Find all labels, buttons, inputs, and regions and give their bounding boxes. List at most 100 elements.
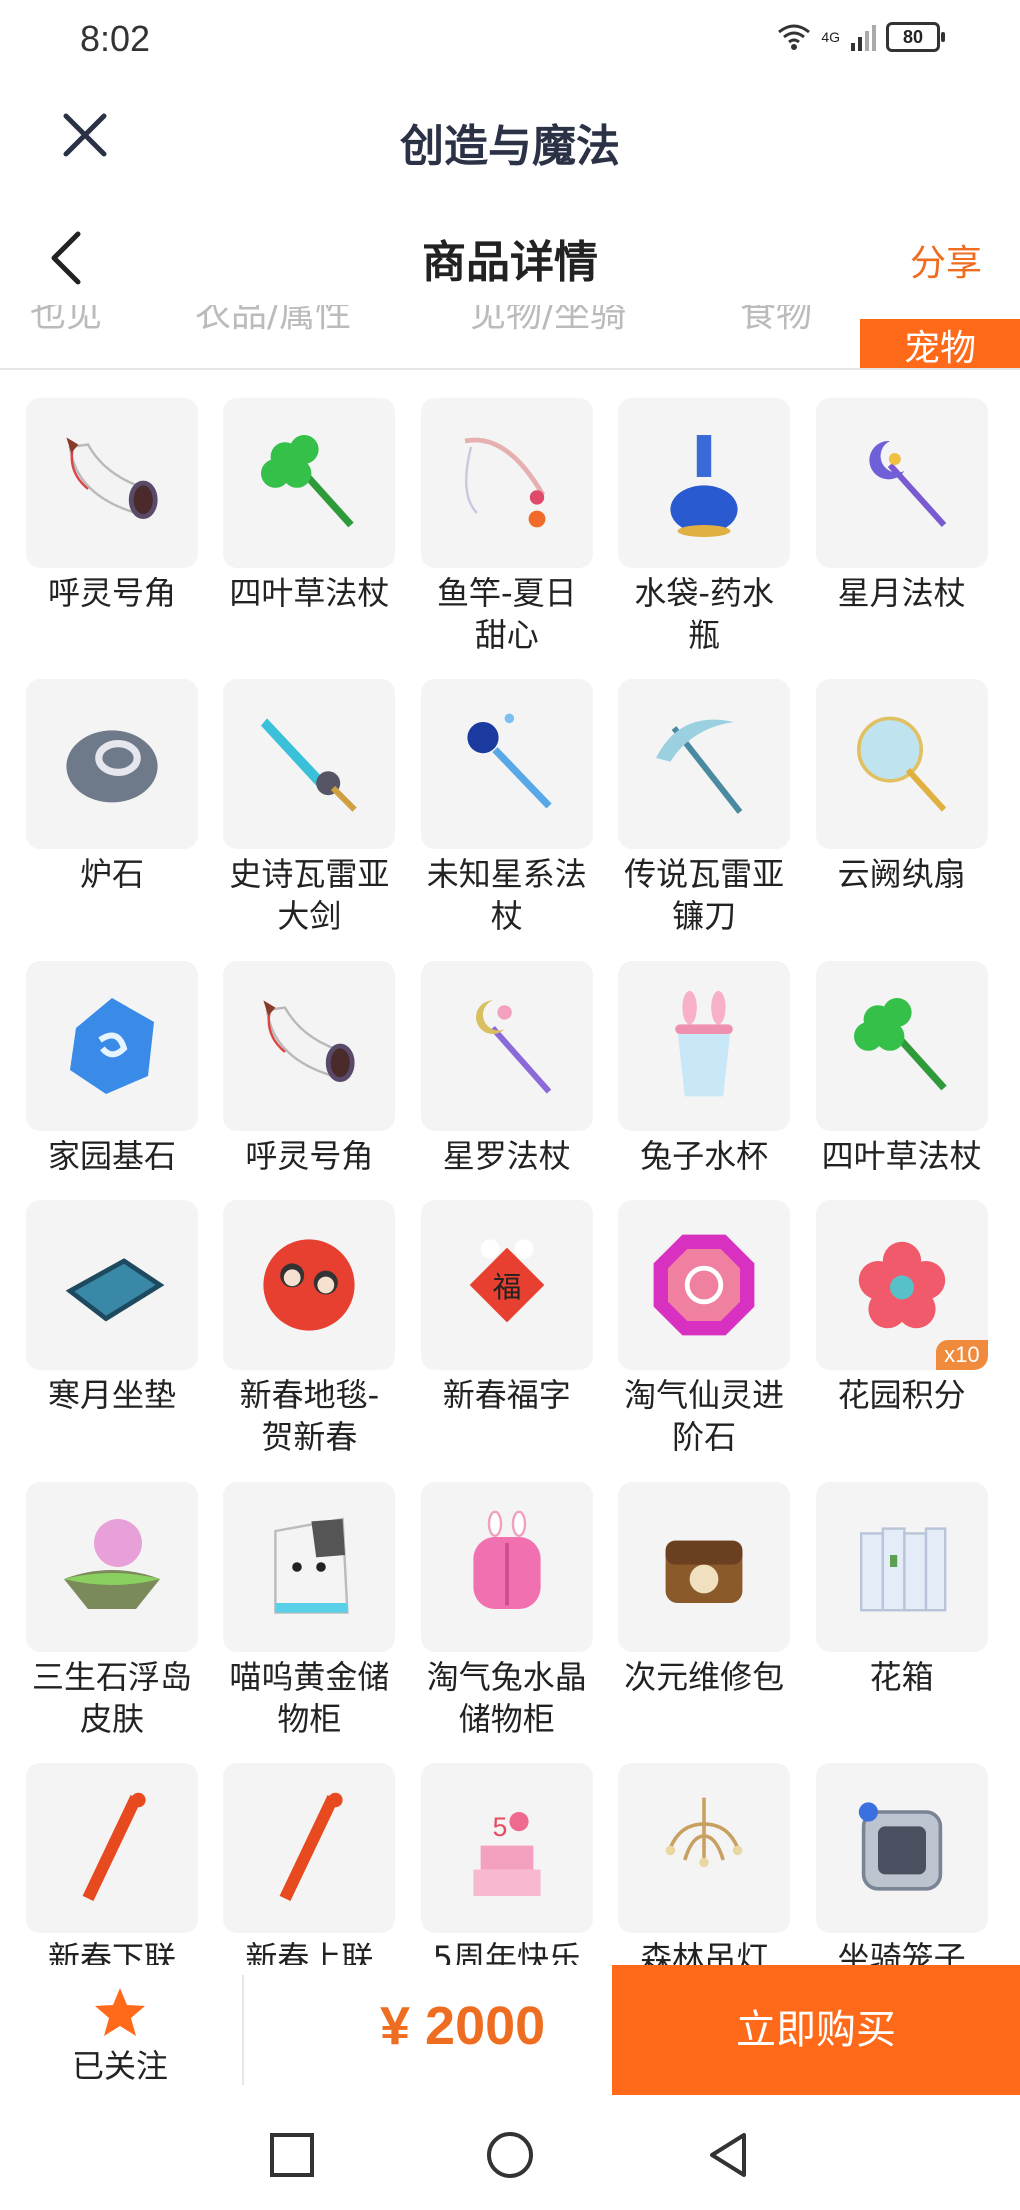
item-card[interactable]: 坐骑笼子 bbox=[815, 1763, 988, 1965]
galaxy-staff-icon bbox=[420, 679, 593, 850]
item-card[interactable]: 水袋-药水 瓶 bbox=[618, 398, 791, 656]
item-name: 新春地毯- 贺新春 bbox=[239, 1376, 380, 1457]
item-name: 四叶草法杖 bbox=[821, 1136, 982, 1175]
item-card[interactable]: 5 5周年快乐 bbox=[420, 1763, 593, 1965]
item-card[interactable]: 寒月坐垫 bbox=[26, 1200, 198, 1416]
battery-indicator: 80 bbox=[886, 22, 945, 52]
item-name: 5周年快乐 bbox=[432, 1939, 581, 1965]
page-title: 商品详情 bbox=[422, 237, 598, 288]
item-card[interactable]: 新春下联 bbox=[26, 1763, 198, 1965]
item-name: 星月法杖 bbox=[837, 574, 966, 612]
price: ¥ 2000 bbox=[380, 1996, 546, 2056]
horn-icon bbox=[223, 960, 396, 1131]
tab-4[interactable]: 食物 bbox=[740, 305, 812, 337]
tab-3[interactable]: 见物/坐骑 bbox=[470, 305, 626, 337]
wifi-icon bbox=[778, 24, 811, 50]
new-year-rug-icon bbox=[223, 1200, 396, 1371]
app-title: 创造与魔法 bbox=[400, 121, 620, 172]
item-name: 炉石 bbox=[79, 855, 144, 894]
fu-character-icon: 福 bbox=[420, 1200, 593, 1371]
item-card[interactable]: 呼灵号角 bbox=[26, 398, 198, 614]
item-card[interactable]: x10 花园积分 bbox=[815, 1200, 988, 1416]
tab-2[interactable]: 衣品/属性 bbox=[195, 305, 351, 337]
item-card[interactable]: 三生石浮岛 皮肤 bbox=[26, 1481, 198, 1740]
crystal-stone-icon bbox=[26, 960, 198, 1131]
scythe-icon bbox=[618, 679, 791, 850]
item-card[interactable]: 兔子水杯 bbox=[618, 960, 791, 1177]
clover-staff-icon bbox=[815, 960, 988, 1131]
pet-cage-icon bbox=[815, 1763, 988, 1933]
app-bar: 创造与魔法 bbox=[0, 80, 1020, 195]
item-card[interactable]: 新春上联 bbox=[223, 1763, 396, 1965]
bunny-cup-icon bbox=[618, 960, 791, 1131]
item-card[interactable]: 森林吊灯 bbox=[618, 1763, 791, 1965]
moon-staff-icon bbox=[815, 398, 988, 568]
item-name: 星罗法杖 bbox=[442, 1136, 571, 1175]
page-header: 商品详情 分享 bbox=[0, 200, 1020, 315]
fishing-rod-icon bbox=[420, 398, 593, 568]
item-card[interactable]: 新春地毯- 贺新春 bbox=[223, 1200, 396, 1458]
round-fan-icon bbox=[815, 679, 988, 850]
item-card[interactable]: 炉石 bbox=[26, 679, 198, 895]
item-card[interactable]: 淘气仙灵进 阶石 bbox=[618, 1200, 791, 1458]
item-card[interactable]: 星罗法杖 bbox=[420, 960, 593, 1177]
item-name: 淘气兔水晶 储物柜 bbox=[426, 1657, 587, 1738]
item-name: 坐骑笼子 bbox=[837, 1939, 966, 1965]
status-icons: 4G 80 bbox=[777, 22, 945, 52]
item-card[interactable]: 花箱 bbox=[815, 1481, 988, 1698]
item-card[interactable]: 淘气兔水晶 储物柜 bbox=[420, 1481, 593, 1740]
item-name: 呼灵号角 bbox=[47, 574, 176, 612]
item-card[interactable]: 鱼竿-夏日 甜心 bbox=[420, 398, 593, 656]
item-card[interactable]: 四叶草法杖 bbox=[815, 960, 988, 1177]
network-type: 4G bbox=[821, 29, 840, 45]
item-name: 花园积分 bbox=[837, 1376, 966, 1415]
item-name: 三生石浮岛 皮肤 bbox=[31, 1657, 192, 1738]
horn-icon bbox=[26, 398, 198, 568]
item-card[interactable]: 星月法杖 bbox=[815, 398, 988, 614]
item-card[interactable]: 家园基石 bbox=[26, 960, 198, 1177]
item-card[interactable]: 四叶草法杖 bbox=[223, 398, 396, 614]
follow-button[interactable]: 已关注 bbox=[40, 1985, 200, 2087]
item-card[interactable]: 呼灵号角 bbox=[223, 960, 396, 1177]
signal-icon bbox=[851, 25, 876, 51]
greatsword-icon bbox=[223, 679, 396, 850]
home-icon[interactable] bbox=[480, 2125, 540, 2185]
status-bar: 8:02 4G 80 bbox=[0, 0, 1020, 80]
item-card[interactable]: 云阙纨扇 bbox=[815, 679, 988, 895]
tab-active[interactable]: 宠物 bbox=[860, 319, 1020, 368]
item-card[interactable]: 史诗瓦雷亚 大剑 bbox=[223, 679, 396, 937]
couplet-icon bbox=[223, 1763, 396, 1933]
clover-staff-icon bbox=[223, 398, 396, 568]
item-card[interactable]: 未知星系法 杖 bbox=[420, 679, 593, 937]
item-card[interactable]: 传说瓦雷亚 镰刀 bbox=[618, 679, 791, 937]
item-card[interactable]: 次元维修包 bbox=[618, 1481, 791, 1698]
cat-cabinet-icon bbox=[223, 1481, 396, 1652]
hearthstone-icon bbox=[26, 679, 198, 850]
divider bbox=[242, 1975, 244, 2085]
fairy-gem-icon bbox=[618, 1200, 791, 1371]
item-name: 家园基石 bbox=[47, 1136, 176, 1175]
share-button[interactable]: 分享 bbox=[910, 234, 982, 286]
item-name: 森林吊灯 bbox=[640, 1939, 769, 1965]
item-name: 鱼竿-夏日 甜心 bbox=[437, 574, 577, 654]
item-card[interactable]: 喵呜黄金储 物柜 bbox=[223, 1481, 396, 1740]
back-icon[interactable] bbox=[698, 2125, 758, 2185]
floating-island-icon bbox=[26, 1481, 198, 1652]
quantity-badge: x10 bbox=[936, 1340, 988, 1371]
bottom-bar: 已关注 ¥ 2000 立即购买 bbox=[0, 1965, 1020, 2095]
item-name: 水袋-药水 瓶 bbox=[634, 574, 774, 654]
item-name: 喵呜黄金储 物柜 bbox=[229, 1657, 390, 1738]
svg-text:福: 福 bbox=[492, 1270, 521, 1304]
tab-1[interactable]: 也见 bbox=[30, 305, 102, 337]
item-name: 传说瓦雷亚 镰刀 bbox=[624, 855, 785, 936]
item-name: 淘气仙灵进 阶石 bbox=[624, 1376, 785, 1457]
potion-bottle-icon bbox=[618, 398, 791, 568]
item-card[interactable]: 福新春福字 bbox=[420, 1200, 593, 1416]
anniversary-cake-icon: 5 bbox=[420, 1763, 593, 1933]
recents-icon[interactable] bbox=[262, 2125, 322, 2185]
buy-now-button[interactable]: 立即购买 bbox=[612, 1965, 1020, 2095]
item-name: 未知星系法 杖 bbox=[426, 855, 587, 936]
item-grid: 呼灵号角 四叶草法杖 鱼竿-夏日 甜心 水袋-药水 瓶星月法杖 炉石 史诗瓦雷亚 大剑 未知… bbox=[26, 398, 1006, 1965]
flower-token-icon: x10 bbox=[815, 1200, 988, 1371]
chandelier-icon bbox=[618, 1763, 791, 1933]
